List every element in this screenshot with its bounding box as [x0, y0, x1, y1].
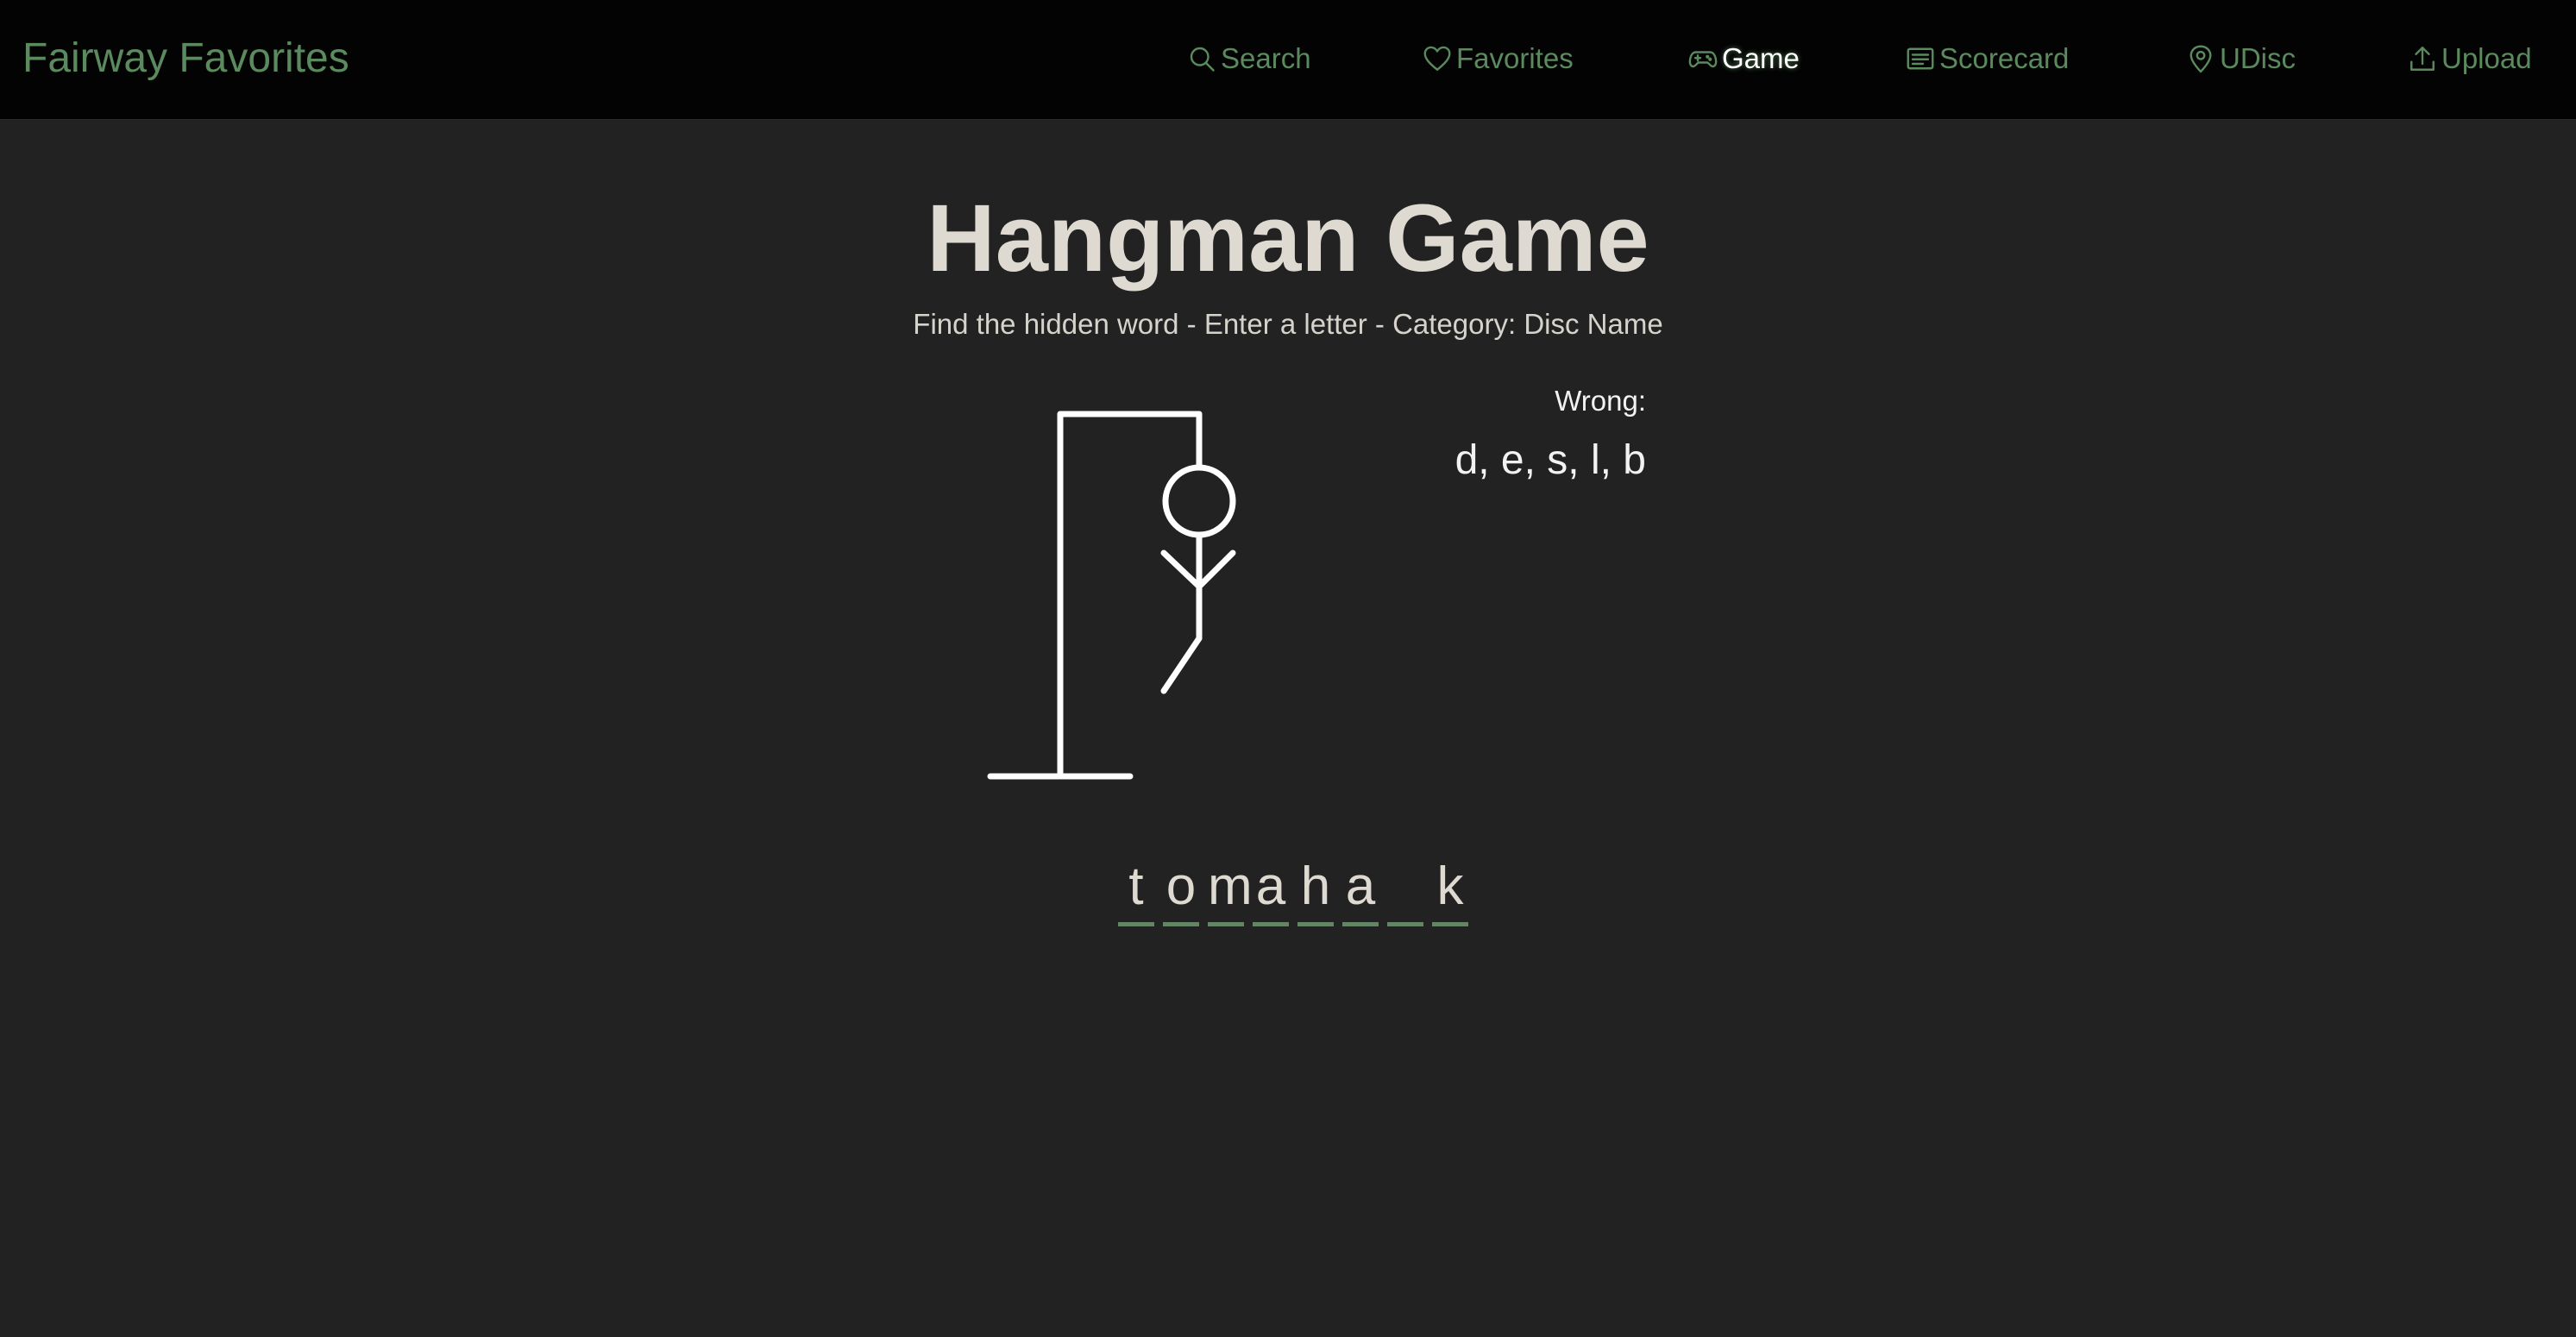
nav-udisc[interactable]: UDisc: [2185, 38, 2296, 79]
letter-slot-char: m: [1208, 857, 1253, 916]
nav-favorites[interactable]: Favorites: [1422, 38, 1574, 79]
letter-slot-underline: [1163, 922, 1199, 926]
letter-slot-underline: [1118, 922, 1154, 926]
letter-slot: [1387, 856, 1423, 932]
page-title: Hangman Game: [927, 185, 1649, 292]
letter-slot-char: a: [1255, 857, 1286, 916]
hangman-head: [1162, 464, 1236, 538]
letter-slot: h: [1297, 856, 1334, 932]
heart-icon: [1423, 46, 1451, 71]
wrong-guesses-list: d, e, s, l, b: [1454, 437, 1646, 483]
location-pin-icon: [2190, 45, 2212, 73]
letter-slot-char: k: [1436, 857, 1464, 916]
letter-slot-char: t: [1128, 857, 1144, 916]
scorecard-icon: [1907, 47, 1934, 70]
hangman-figure: [987, 411, 1236, 780]
top-navbar: Fairway Favorites Search Favorites Game: [0, 0, 2576, 120]
nav-udisc-label: UDisc: [2220, 42, 2296, 74]
nav-upload[interactable]: Upload: [2407, 38, 2532, 79]
letter-slot-underline: [1253, 922, 1289, 926]
nav-scorecard-label: Scorecard: [1939, 42, 2070, 74]
nav-favorites-label: Favorites: [1456, 42, 1574, 74]
upload-icon: [2410, 47, 2435, 71]
gamepad-icon: [1688, 51, 1718, 68]
nav-game-label: Game: [1722, 42, 1800, 74]
hangman-left-arm: [1160, 549, 1203, 590]
brand-logo[interactable]: Fairway Favorites: [22, 33, 349, 85]
nav-search-label: Search: [1221, 42, 1311, 74]
nav-search[interactable]: Search: [1186, 38, 1311, 79]
hangman-left-leg: [1160, 635, 1203, 694]
hidden-word: t o m a h a k: [1118, 856, 1468, 932]
letter-slot-char: o: [1165, 857, 1197, 916]
wrong-guesses-label: Wrong:: [1555, 385, 1646, 417]
letter-slot-underline: [1387, 922, 1423, 926]
letter-slot-char: a: [1345, 857, 1376, 916]
search-icon: [1190, 47, 1215, 72]
letter-slot: m: [1208, 856, 1253, 932]
letter-slot-underline: [1208, 922, 1244, 926]
letter-slot-underline: [1297, 922, 1334, 926]
nav-scorecard[interactable]: Scorecard: [1905, 38, 2069, 79]
hangman-right-arm: [1196, 549, 1236, 590]
nav-upload-label: Upload: [2441, 42, 2532, 74]
letter-slot: t: [1118, 856, 1154, 932]
letter-slot: k: [1432, 856, 1468, 932]
letter-slot: a: [1342, 856, 1379, 932]
letter-slot: o: [1163, 856, 1199, 932]
game-instructions: Find the hidden word - Enter a letter - …: [913, 308, 1663, 340]
nav-game[interactable]: Game: [1687, 38, 1800, 79]
letter-slot-char: h: [1300, 857, 1331, 916]
letter-slot-underline: [1342, 922, 1379, 926]
letter-slot: a: [1253, 856, 1289, 932]
letter-slot-underline: [1432, 922, 1468, 926]
